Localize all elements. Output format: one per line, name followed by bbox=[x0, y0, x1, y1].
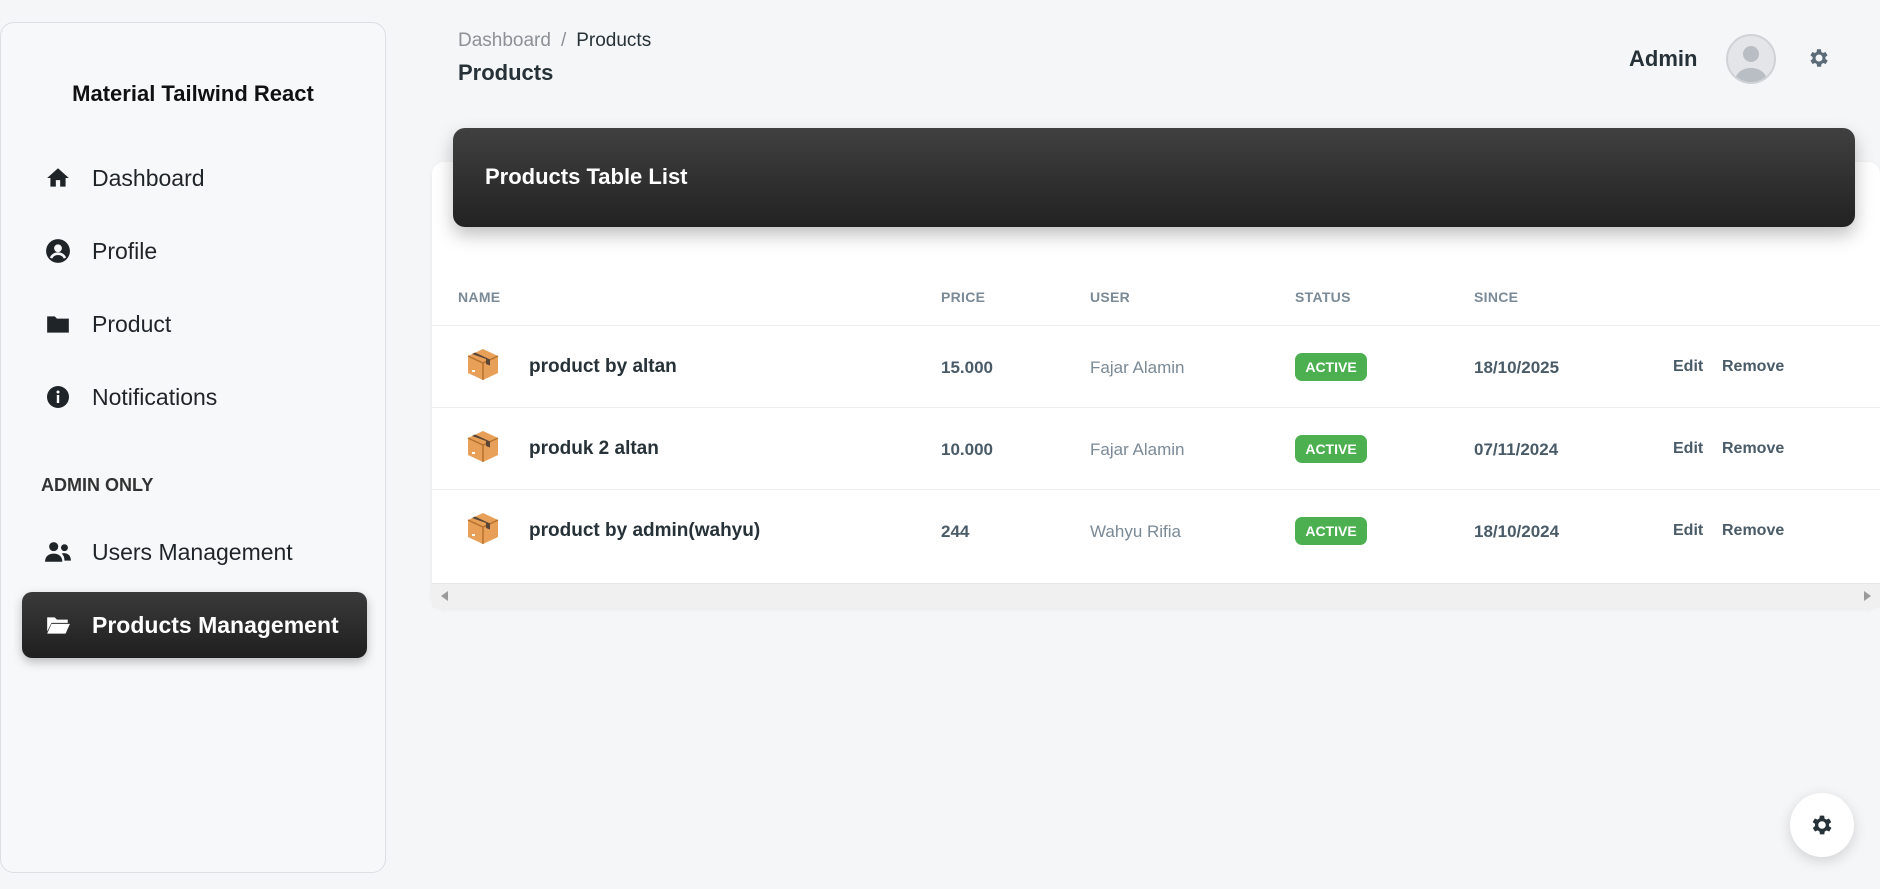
sidebar-item-dashboard[interactable]: Dashboard bbox=[22, 145, 367, 211]
sidebar-item-label: Notifications bbox=[92, 383, 218, 410]
breadcrumb-separator: / bbox=[560, 30, 567, 51]
product-name: produk 2 altan bbox=[529, 438, 659, 459]
package-box-icon bbox=[467, 349, 499, 380]
column-header-status: STATUS bbox=[1295, 289, 1351, 305]
page-title: Products bbox=[458, 60, 554, 85]
breadcrumb-link-dashboard[interactable]: Dashboard bbox=[458, 30, 551, 51]
product-name: product by altan bbox=[529, 356, 677, 377]
product-since: 07/11/2024 bbox=[1474, 440, 1559, 459]
product-user: Fajar Alamin bbox=[1090, 440, 1185, 459]
product-price: 10.000 bbox=[941, 440, 993, 459]
product-user: Fajar Alamin bbox=[1090, 358, 1185, 377]
breadcrumb-current: Products bbox=[576, 30, 652, 51]
edit-button[interactable]: Edit bbox=[1673, 358, 1703, 376]
scroll-left-arrow-icon[interactable] bbox=[441, 591, 448, 601]
user-name[interactable]: Admin bbox=[1629, 46, 1697, 72]
column-header-user: USER bbox=[1090, 289, 1131, 305]
product-since: 18/10/2025 bbox=[1474, 358, 1560, 377]
users-icon bbox=[44, 538, 72, 566]
product-name: product by admin(wahyu) bbox=[529, 520, 761, 541]
sidebar-item-notifications[interactable]: Notifications bbox=[22, 364, 367, 430]
horizontal-scrollbar[interactable] bbox=[432, 583, 1880, 608]
status-badge: ACTIVE bbox=[1295, 517, 1367, 545]
row-divider bbox=[432, 407, 1880, 408]
product-price: 15.000 bbox=[941, 358, 993, 377]
card-title: Products Table List bbox=[485, 164, 688, 189]
folder-open-icon bbox=[44, 611, 72, 639]
sidebar-item-label: Users Management bbox=[92, 538, 293, 565]
package-box-icon bbox=[467, 431, 499, 462]
sidebar-item-label: Profile bbox=[92, 237, 158, 264]
folder-icon bbox=[44, 310, 72, 338]
scroll-right-arrow-icon[interactable] bbox=[1864, 591, 1871, 601]
sidebar-item-label: Product bbox=[92, 310, 172, 337]
sidebar-item-users-management[interactable]: Users Management bbox=[22, 519, 367, 585]
remove-button[interactable]: Remove bbox=[1722, 358, 1784, 376]
sidebar-item-profile[interactable]: Profile bbox=[22, 218, 367, 284]
admin-section-label: ADMIN ONLY bbox=[41, 475, 154, 495]
edit-button[interactable]: Edit bbox=[1673, 440, 1703, 458]
info-icon bbox=[44, 383, 72, 411]
user-circle-icon bbox=[44, 237, 72, 265]
edit-button[interactable]: Edit bbox=[1673, 522, 1703, 540]
settings-gear-icon[interactable] bbox=[1807, 46, 1831, 70]
gear-icon bbox=[1812, 815, 1832, 835]
package-box-icon bbox=[467, 513, 499, 544]
breadcrumb: Dashboard / Products bbox=[458, 30, 651, 52]
column-header-price: PRICE bbox=[941, 289, 986, 305]
column-header-name: NAME bbox=[458, 289, 501, 305]
column-header-since: SINCE bbox=[1474, 289, 1519, 305]
product-since: 18/10/2024 bbox=[1474, 522, 1560, 541]
row-divider bbox=[432, 325, 1880, 326]
sidebar-item-product[interactable]: Product bbox=[22, 291, 367, 357]
status-badge: ACTIVE bbox=[1295, 435, 1367, 463]
row-divider bbox=[432, 489, 1880, 490]
status-badge: ACTIVE bbox=[1295, 353, 1367, 381]
brand-title: Material Tailwind React bbox=[72, 81, 314, 106]
avatar[interactable] bbox=[1726, 34, 1776, 84]
sidebar-item-label: Dashboard bbox=[92, 164, 205, 191]
sidebar-item-products-management[interactable]: Products Management bbox=[22, 592, 367, 658]
remove-button[interactable]: Remove bbox=[1722, 440, 1784, 458]
configurator-button[interactable] bbox=[1790, 793, 1854, 857]
card-header: Products Table List bbox=[453, 128, 1855, 227]
sidebar-item-label: Products Management bbox=[92, 611, 339, 638]
remove-button[interactable]: Remove bbox=[1722, 522, 1784, 540]
home-icon bbox=[44, 164, 72, 192]
product-price: 244 bbox=[941, 522, 970, 541]
sidebar: Material Tailwind React Dashboard Profil… bbox=[0, 22, 386, 873]
product-user: Wahyu Rifia bbox=[1090, 522, 1182, 541]
